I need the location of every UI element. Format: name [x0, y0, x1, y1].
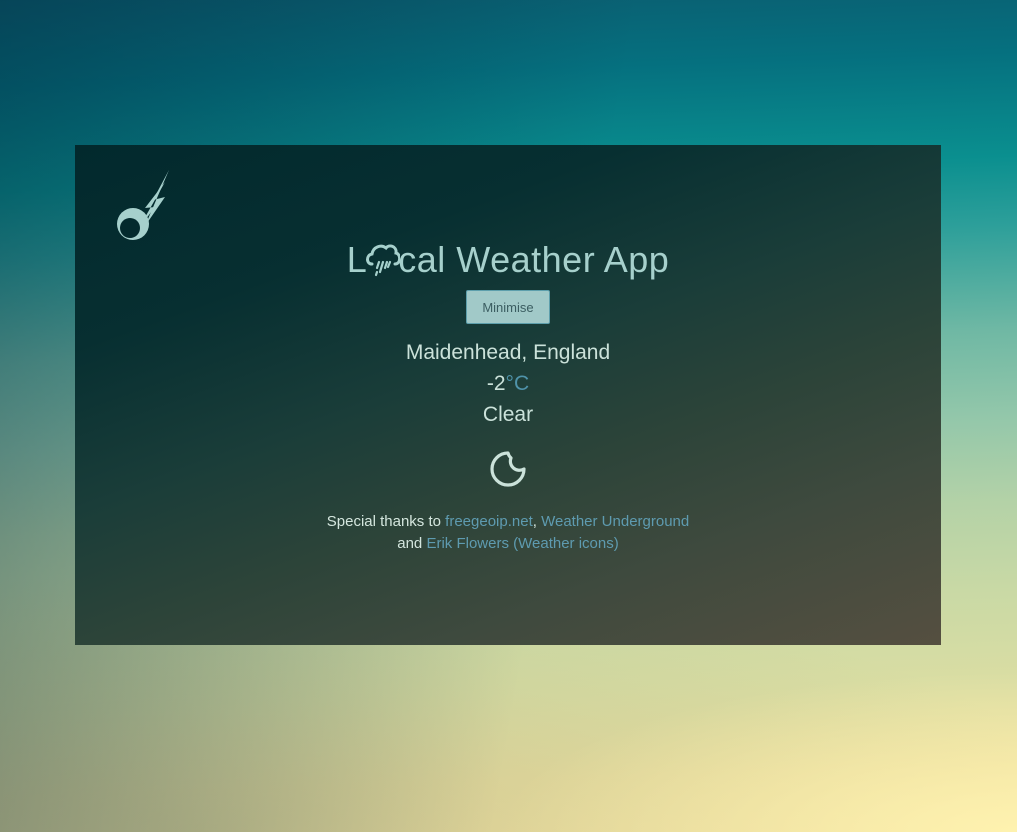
- title-prefix: L: [346, 239, 368, 280]
- credits-and: and: [397, 535, 423, 552]
- unit-toggle[interactable]: °C: [506, 372, 530, 395]
- credits-prefix: Special thanks to: [326, 513, 441, 530]
- weather-card: L cal Weather App Minimise Maidenhead, E…: [75, 145, 941, 645]
- comet-icon: [117, 170, 169, 240]
- link-weather-underground[interactable]: Weather Underground: [541, 513, 689, 530]
- minimise-button[interactable]: Minimise: [466, 290, 550, 324]
- credits: Special thanks to freegeoip.net, Weather…: [75, 511, 941, 555]
- location-label: Maidenhead, England: [405, 341, 611, 364]
- temperature-value: -2: [486, 372, 506, 395]
- credits-separator: ,: [532, 513, 537, 530]
- temperature-display: -2°C: [75, 372, 941, 396]
- night-clear-moon-icon: [490, 451, 526, 487]
- link-freegeoip[interactable]: freegeoip.net: [445, 513, 533, 530]
- link-erik-flowers[interactable]: Erik Flowers (Weather icons): [426, 535, 618, 552]
- page-title: L cal Weather App: [75, 239, 941, 281]
- condition-label: Clear: [482, 403, 534, 426]
- rain-cloud-icon: [366, 244, 401, 277]
- title-suffix: cal Weather App: [398, 239, 670, 280]
